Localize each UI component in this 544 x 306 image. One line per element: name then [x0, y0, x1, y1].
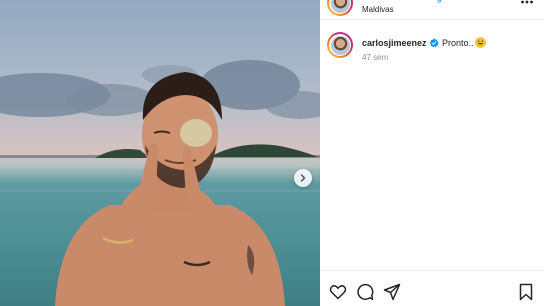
island: [210, 144, 318, 157]
author-avatar[interactable]: [327, 0, 353, 16]
paper-plane-icon[interactable]: [383, 283, 401, 301]
avatar-image: [330, 35, 350, 55]
location-link[interactable]: Maldivas: [362, 5, 394, 14]
comment-bubble-icon[interactable]: [356, 283, 374, 301]
verified-badge-icon: [429, 38, 439, 48]
carousel-next-button[interactable]: [294, 169, 312, 187]
eye-patch: [180, 119, 212, 147]
post-photo[interactable]: [0, 0, 320, 306]
chevron-right-icon: [300, 174, 306, 182]
comment-username[interactable]: carlosjimeenez: [362, 38, 427, 48]
heart-icon[interactable]: [329, 283, 347, 301]
photo-scene: [0, 60, 320, 306]
commenter-avatar[interactable]: [327, 32, 353, 58]
follow-link[interactable]: g: [437, 0, 441, 3]
avatar-image: [330, 0, 350, 13]
grinning-face-icon: [475, 37, 486, 48]
cloud: [65, 84, 155, 116]
bookmark-icon[interactable]: [517, 283, 535, 301]
post-header: g Maldivas: [320, 0, 544, 20]
island: [95, 149, 150, 158]
comment-timestamp[interactable]: 47 sem: [362, 53, 388, 62]
post-actions: [320, 270, 544, 306]
comment-text: Pronto..: [442, 38, 474, 48]
post-panel: g Maldivas carlosjimeenez Pronto.. 47 se…: [320, 0, 544, 306]
more-dots-icon[interactable]: [520, 0, 534, 6]
